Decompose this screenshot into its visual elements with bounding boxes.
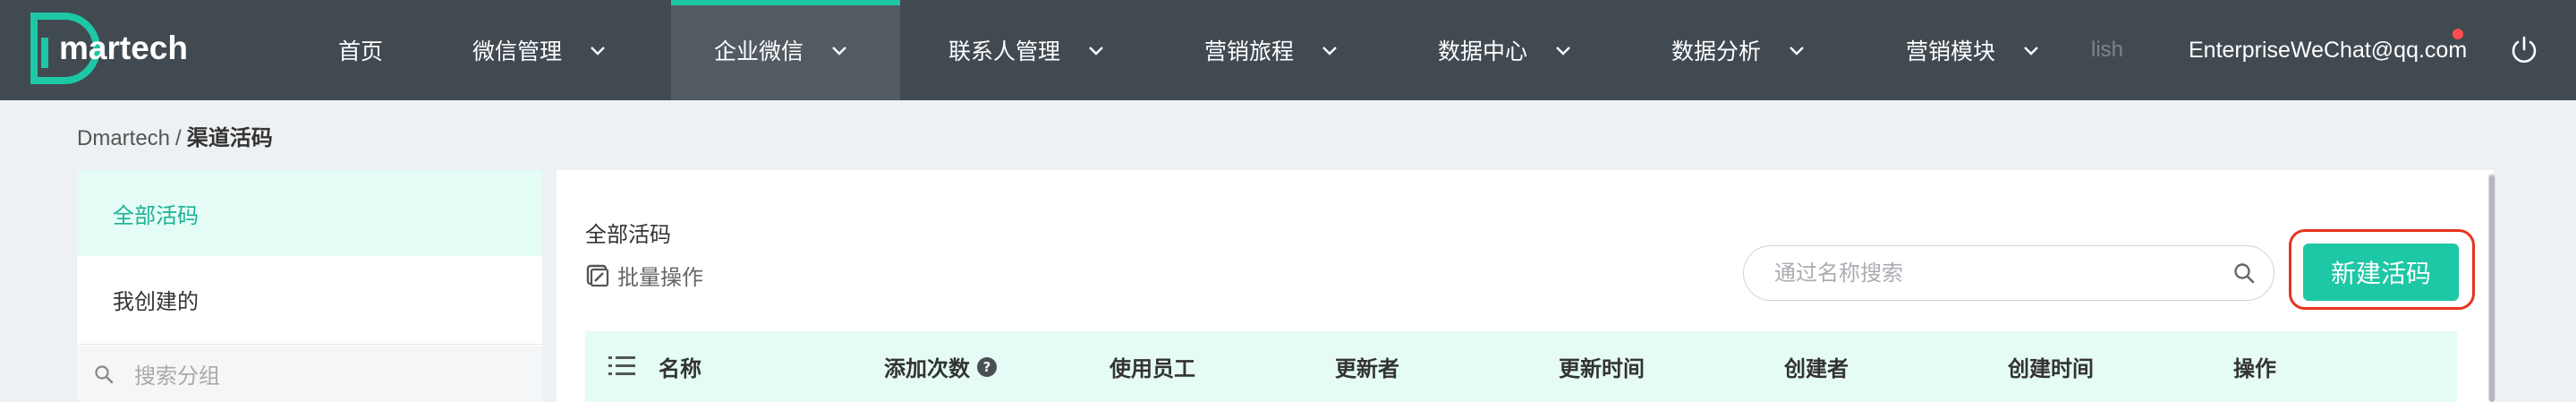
- column-label: 操作: [2233, 356, 2276, 381]
- nav-item-wechat[interactable]: 微信管理: [472, 0, 608, 100]
- breadcrumb: Dmartech / 渠道活码: [77, 120, 273, 151]
- nav-item-label: 数据分析: [1671, 38, 1762, 64]
- group-item-label: 我创建的: [113, 288, 199, 314]
- column-header-actions: 操作: [2233, 331, 2276, 402]
- chevron-down-icon: [1790, 47, 1804, 56]
- group-search[interactable]: 搜索分组: [77, 346, 542, 402]
- nav-item-label: 企业微信: [714, 38, 804, 64]
- column-label: 创建时间: [2008, 356, 2094, 381]
- notification-dot: [2453, 29, 2463, 39]
- group-search-placeholder: 搜索分组: [134, 364, 220, 389]
- nav-item-label: 首页: [338, 38, 384, 64]
- power-icon[interactable]: [2509, 35, 2539, 65]
- column-label: 更新时间: [1559, 356, 1645, 381]
- chevron-down-icon: [2024, 47, 2038, 56]
- nav-item-label: 营销旅程: [1204, 38, 1295, 64]
- user-email: EnterpriseWeChat@qq.com: [2189, 37, 2468, 63]
- group-sidebar: 全部活码 我创建的 搜索分组: [77, 170, 542, 402]
- group-item-all[interactable]: 全部活码: [77, 170, 542, 256]
- nav-item-data-center[interactable]: 数据中心: [1438, 0, 1574, 100]
- chevron-down-icon: [1322, 47, 1337, 56]
- breadcrumb-current: 渠道活码: [186, 125, 273, 150]
- column-label: 创建者: [1784, 356, 1849, 381]
- scrollbar-thumb[interactable]: [2489, 175, 2495, 402]
- brand-name: martech: [59, 30, 188, 66]
- name-search: [1743, 245, 2274, 301]
- column-header-created-time[interactable]: 创建时间: [2008, 331, 2094, 402]
- chevron-down-icon: [591, 47, 605, 56]
- column-label: 更新者: [1335, 356, 1399, 381]
- nav-overflow-label: lish: [2091, 38, 2124, 62]
- name-search-input[interactable]: [1774, 246, 2222, 300]
- column-header-updated-time[interactable]: 更新时间: [1559, 331, 1645, 402]
- help-icon[interactable]: ?: [977, 356, 997, 377]
- nav-item-label: 联系人管理: [948, 38, 1061, 64]
- nav-item-label: 营销模块: [1906, 38, 1996, 64]
- column-header-add-count[interactable]: 添加次数 ?: [884, 331, 997, 402]
- nav-item-home[interactable]: 首页: [338, 0, 383, 100]
- column-header-updater[interactable]: 更新者: [1335, 331, 1399, 402]
- table-header: 名称 添加次数 ? 使用员工 更新者 更新时间 创建者 创建时间 操作: [585, 331, 2457, 402]
- breadcrumb-separator: /: [175, 126, 182, 150]
- nav-overflow-item[interactable]: lish: [2091, 0, 2123, 100]
- column-header-employees[interactable]: 使用员工: [1109, 331, 1195, 402]
- nav-item-analytics[interactable]: 数据分析: [1671, 0, 1807, 100]
- nav-item-journey[interactable]: 营销旅程: [1204, 0, 1340, 100]
- nav-item-contacts[interactable]: 联系人管理: [948, 0, 1107, 100]
- column-label: 添加次数: [884, 356, 970, 381]
- batch-operation-button[interactable]: 批量操作: [585, 260, 703, 291]
- batch-edit-icon: [586, 264, 609, 287]
- page-title: 全部活码: [585, 222, 671, 247]
- chevron-down-icon: [832, 47, 846, 56]
- nav-item-label: 数据中心: [1438, 38, 1528, 64]
- group-item-mine[interactable]: 我创建的: [77, 256, 542, 342]
- search-icon: [95, 364, 114, 383]
- divider: [77, 344, 542, 345]
- new-live-code-button[interactable]: 新建活码: [2303, 244, 2459, 301]
- column-header-name[interactable]: 名称: [659, 331, 701, 402]
- nav-item-label: 微信管理: [472, 38, 563, 64]
- column-menu-icon[interactable]: [608, 355, 635, 378]
- nav-item-enterprise-wechat[interactable]: 企业微信: [671, 0, 900, 100]
- breadcrumb-root[interactable]: Dmartech: [77, 126, 170, 150]
- chevron-down-icon: [1089, 47, 1103, 56]
- batch-operation-label: 批量操作: [617, 265, 703, 290]
- nav-item-marketing-modules[interactable]: 营销模块: [1906, 0, 2042, 100]
- column-label: 名称: [659, 356, 701, 381]
- top-navbar: martech 首页 微信管理 企业微信 联系人管理 营销旅程 数据中心 数据分…: [0, 0, 2576, 100]
- column-header-creator[interactable]: 创建者: [1784, 331, 1849, 402]
- group-item-label: 全部活码: [113, 202, 199, 228]
- chevron-down-icon: [1556, 47, 1570, 56]
- column-label: 使用员工: [1109, 356, 1195, 381]
- user-account[interactable]: EnterpriseWeChat@qq.com: [2189, 0, 2467, 100]
- search-icon[interactable]: [2232, 261, 2256, 285]
